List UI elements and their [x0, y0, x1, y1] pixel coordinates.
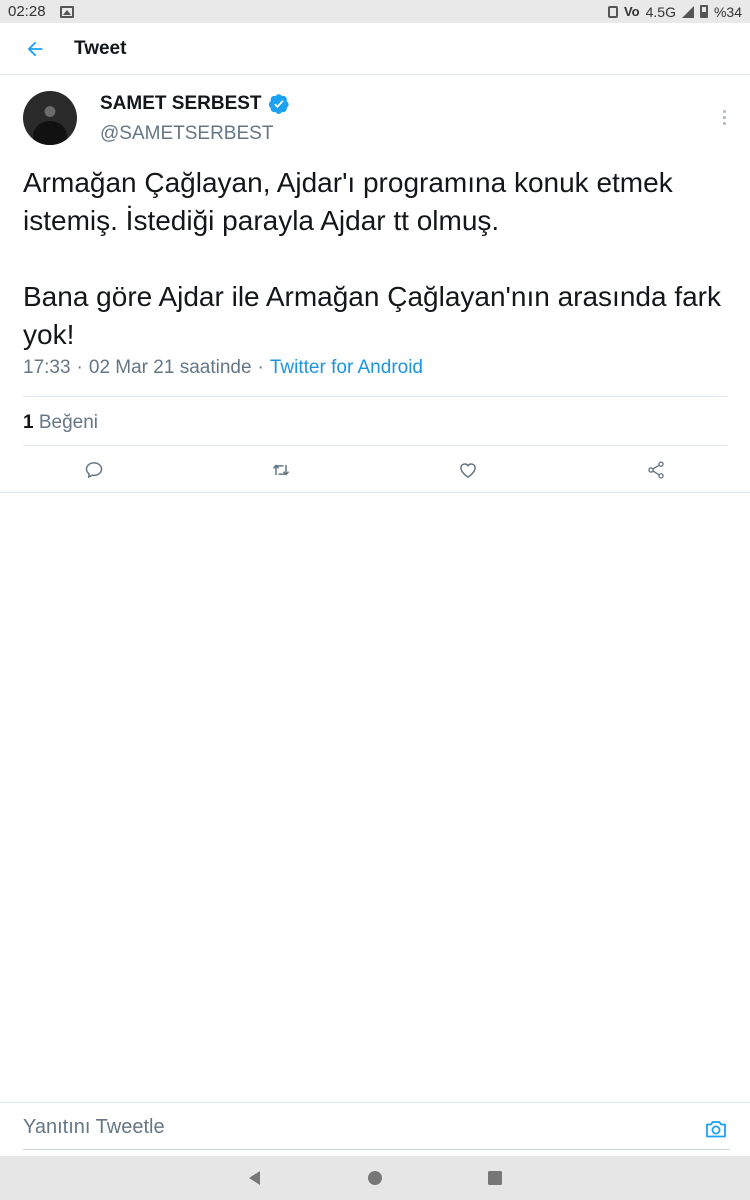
- nav-recents-icon: [488, 1171, 502, 1185]
- app-header: Tweet: [0, 23, 750, 75]
- like-count-label: Beğeni: [38, 412, 99, 433]
- like-button[interactable]: [456, 458, 480, 482]
- tweet-text: Armağan Çağlayan, Ajdar'ı programına kon…: [23, 167, 722, 350]
- camera-icon: [706, 1121, 726, 1138]
- likes-count[interactable]: 1 Beğeni: [23, 412, 98, 434]
- vibrate-icon: [607, 5, 618, 18]
- author-handle[interactable]: @SAMETSERBEST: [100, 123, 273, 145]
- reply-bar: [0, 1102, 750, 1156]
- arrow-left-icon: [27, 41, 43, 56]
- tweet-meta: 17:33 · 02 Mar 21 saatinde · Twitter for…: [23, 357, 423, 379]
- reply-icon: [85, 462, 103, 478]
- tweet-client-link[interactable]: Twitter for Android: [270, 357, 423, 379]
- back-button[interactable]: [0, 23, 70, 75]
- nav-home-button[interactable]: [367, 1170, 383, 1191]
- meta-separator: ·: [76, 357, 83, 378]
- gallery-icon: [59, 5, 74, 18]
- reply-underline: [23, 1149, 730, 1150]
- author-name: SAMET SERBEST: [100, 93, 262, 114]
- tweet-time: 17:33: [23, 357, 71, 378]
- reply-input[interactable]: [23, 1116, 663, 1139]
- reply-button[interactable]: [82, 458, 106, 482]
- volte-label: Vo: [623, 4, 640, 19]
- battery-level: %34: [713, 3, 742, 20]
- share-button[interactable]: [644, 458, 668, 482]
- system-nav-bar: [0, 1156, 750, 1200]
- signal-icon: [681, 5, 694, 18]
- more-button[interactable]: [714, 97, 734, 137]
- avatar[interactable]: [23, 91, 77, 145]
- nav-recents-button[interactable]: [487, 1170, 503, 1191]
- like-count-value: 1: [23, 412, 34, 433]
- divider: [23, 396, 727, 397]
- tweet-date: 02 Mar 21 saatinde: [88, 357, 252, 378]
- author-name-row[interactable]: SAMET SERBEST: [100, 93, 290, 115]
- retweet-icon: [272, 464, 290, 476]
- nav-back-button[interactable]: [247, 1170, 263, 1191]
- verified-badge-icon: [268, 94, 289, 114]
- meta-separator: ·: [257, 357, 264, 378]
- retweet-button[interactable]: [269, 458, 293, 482]
- battery-icon: [699, 5, 708, 18]
- share-icon: [648, 461, 664, 479]
- page-title: Tweet: [74, 37, 127, 59]
- divider: [0, 492, 750, 493]
- divider: [23, 445, 727, 446]
- status-icons: Vo 4.5G %34: [607, 3, 742, 20]
- heart-icon: [460, 463, 476, 478]
- tweet-author: SAMET SERBEST @SAMETSERBEST: [23, 91, 726, 151]
- nav-home-icon: [368, 1171, 382, 1185]
- status-bar: 02:28 Vo 4.5G %34: [0, 0, 750, 23]
- more-vertical-icon: [722, 109, 726, 113]
- tweet-actions: [0, 448, 750, 494]
- status-time: 02:28: [8, 3, 46, 20]
- network-label: 4.5G: [645, 3, 676, 20]
- camera-button[interactable]: [704, 1117, 728, 1141]
- nav-back-icon: [249, 1171, 260, 1185]
